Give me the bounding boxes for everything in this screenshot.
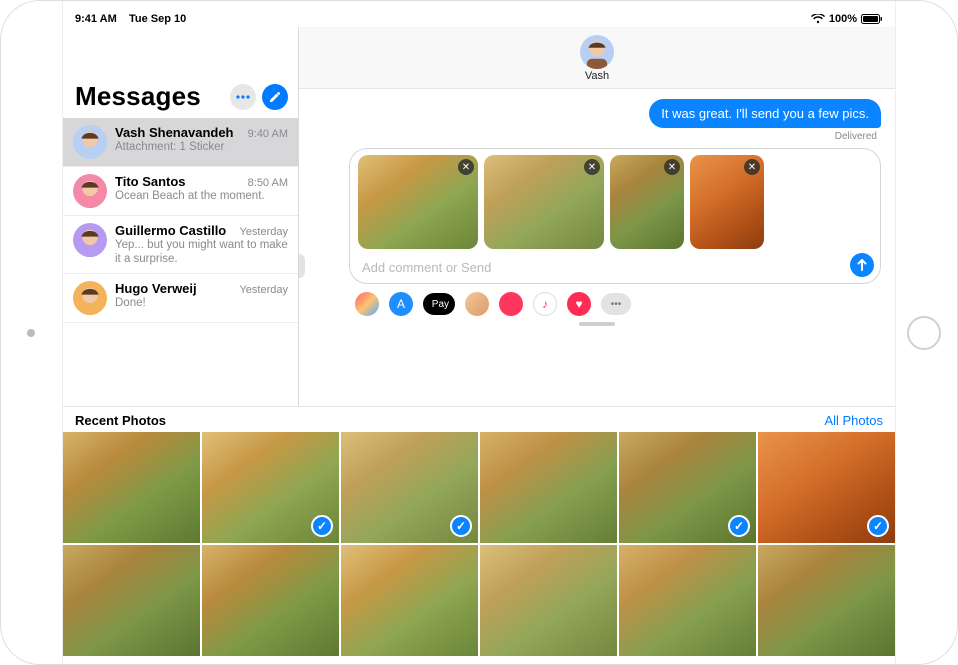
photo-thumbnail[interactable]	[63, 545, 200, 656]
compose-outer: ✕ ✕ ✕ ✕ Add comment or Send	[313, 148, 881, 284]
photo-grid	[63, 432, 895, 656]
conversation-preview: Done!	[115, 296, 288, 310]
app-store-icon[interactable]: A	[389, 292, 413, 316]
photo-thumbnail[interactable]	[758, 545, 895, 656]
remove-attachment-button[interactable]: ✕	[744, 159, 760, 175]
conversation-item[interactable]: Guillermo Castillo Yesterday Yep... but …	[63, 216, 298, 274]
compose-field[interactable]: ✕ ✕ ✕ ✕ Add comment or Send	[349, 148, 881, 284]
conversation-body: Vash Shenavandeh 9:40 AM Attachment: 1 S…	[115, 125, 288, 154]
front-camera	[27, 329, 35, 337]
contact-name: Vash	[585, 70, 609, 82]
conversation-time: 9:40 AM	[248, 128, 288, 140]
memoji-app-icon[interactable]	[465, 292, 489, 316]
conversation-pane: Vash It was great. I'll send you a few p…	[299, 27, 895, 406]
bezel-left	[1, 1, 63, 664]
photo-thumbnail[interactable]	[63, 432, 200, 543]
conversation-name: Tito Santos	[115, 174, 186, 189]
conversation-name: Vash Shenavandeh	[115, 125, 234, 140]
send-button[interactable]	[850, 253, 874, 277]
conversation-body: Tito Santos 8:50 AM Ocean Beach at the m…	[115, 174, 288, 203]
photo-thumbnail[interactable]	[619, 432, 756, 543]
remove-attachment-button[interactable]: ✕	[584, 159, 600, 175]
status-time-date: 9:41 AM Tue Sep 10	[75, 13, 186, 25]
remove-attachment-button[interactable]: ✕	[458, 159, 474, 175]
staged-photo[interactable]: ✕	[484, 155, 604, 249]
conversation-time: Yesterday	[239, 226, 288, 238]
photos-app-icon[interactable]	[355, 292, 379, 316]
ipad-device-frame: 9:41 AM Tue Sep 10 100% Messages	[0, 0, 958, 665]
status-bar: 9:41 AM Tue Sep 10 100%	[63, 9, 895, 27]
digital-touch-icon[interactable]	[499, 292, 523, 316]
wifi-icon	[811, 14, 825, 24]
avatar	[73, 174, 107, 208]
app-tray: A Pay ♪ ♥ •••	[313, 284, 881, 322]
contact-avatar[interactable]	[580, 35, 614, 69]
conversation-time: 8:50 AM	[248, 177, 288, 189]
staged-photo[interactable]: ✕	[358, 155, 478, 249]
battery-percent: 100%	[829, 13, 857, 25]
outgoing-message-row: It was great. I'll send you a few pics.	[313, 99, 881, 128]
conversation-body: Guillermo Castillo Yesterday Yep... but …	[115, 223, 288, 266]
photo-thumbnail[interactable]	[619, 545, 756, 656]
conversation-item[interactable]: Hugo Verweij Yesterday Done!	[63, 274, 298, 323]
more-apps-icon[interactable]: •••	[601, 293, 631, 315]
photo-thumbnail[interactable]	[202, 432, 339, 543]
avatar	[73, 281, 107, 315]
sidebar-title: Messages	[75, 81, 224, 112]
photos-header: Recent Photos All Photos	[63, 407, 895, 432]
music-app-icon[interactable]: ♪	[533, 292, 557, 316]
staged-attachments: ✕ ✕ ✕ ✕	[358, 155, 844, 249]
all-photos-button[interactable]: All Photos	[824, 413, 883, 428]
sidebar-more-button[interactable]	[230, 84, 256, 110]
battery-icon	[861, 14, 883, 24]
delivered-label: Delivered	[313, 131, 877, 142]
outgoing-bubble[interactable]: It was great. I'll send you a few pics.	[649, 99, 881, 128]
conversation-item[interactable]: Vash Shenavandeh 9:40 AM Attachment: 1 S…	[63, 118, 298, 167]
messages-area[interactable]: It was great. I'll send you a few pics. …	[299, 89, 895, 406]
compose-button[interactable]	[262, 84, 288, 110]
tray-handle[interactable]	[579, 322, 615, 326]
photo-thumbnail[interactable]	[758, 432, 895, 543]
conversation-list[interactable]: Vash Shenavandeh 9:40 AM Attachment: 1 S…	[63, 118, 298, 406]
conversation-preview: Attachment: 1 Sticker	[115, 140, 288, 154]
conversation-preview: Yep... but you might want to make it a s…	[115, 238, 288, 266]
screen: 9:41 AM Tue Sep 10 100% Messages	[63, 9, 895, 656]
conversation-time: Yesterday	[239, 284, 288, 296]
remove-attachment-button[interactable]: ✕	[664, 159, 680, 175]
conversation-name: Guillermo Castillo	[115, 223, 226, 238]
photo-thumbnail[interactable]	[480, 545, 617, 656]
sidebar: Messages Vash Shenavandeh 9:40 AM Attach…	[63, 27, 299, 406]
photo-thumbnail[interactable]	[202, 545, 339, 656]
photo-thumbnail[interactable]	[480, 432, 617, 543]
expand-apps-button[interactable]	[299, 254, 305, 278]
status-right: 100%	[811, 13, 883, 25]
status-date: Tue Sep 10	[129, 13, 186, 25]
photos-panel: Recent Photos All Photos	[63, 406, 895, 656]
conversation-body: Hugo Verweij Yesterday Done!	[115, 281, 288, 310]
home-button[interactable]	[907, 316, 941, 350]
heart-app-icon[interactable]: ♥	[567, 292, 591, 316]
recent-photos-title: Recent Photos	[75, 413, 166, 428]
staged-photo[interactable]: ✕	[610, 155, 684, 249]
status-time: 9:41 AM	[75, 13, 117, 25]
staged-photo[interactable]: ✕	[690, 155, 764, 249]
bezel-right	[895, 1, 957, 664]
avatar	[73, 125, 107, 159]
conversation-header[interactable]: Vash	[299, 27, 895, 89]
sidebar-header: Messages	[63, 27, 298, 118]
conversation-preview: Ocean Beach at the moment.	[115, 189, 288, 203]
conversation-item[interactable]: Tito Santos 8:50 AM Ocean Beach at the m…	[63, 167, 298, 216]
main-panes: Messages Vash Shenavandeh 9:40 AM Attach…	[63, 27, 895, 406]
apple-pay-icon[interactable]: Pay	[423, 293, 455, 315]
compose-placeholder: Add comment or Send	[362, 260, 491, 275]
avatar	[73, 223, 107, 257]
conversation-name: Hugo Verweij	[115, 281, 197, 296]
photo-thumbnail[interactable]	[341, 545, 478, 656]
photo-thumbnail[interactable]	[341, 432, 478, 543]
